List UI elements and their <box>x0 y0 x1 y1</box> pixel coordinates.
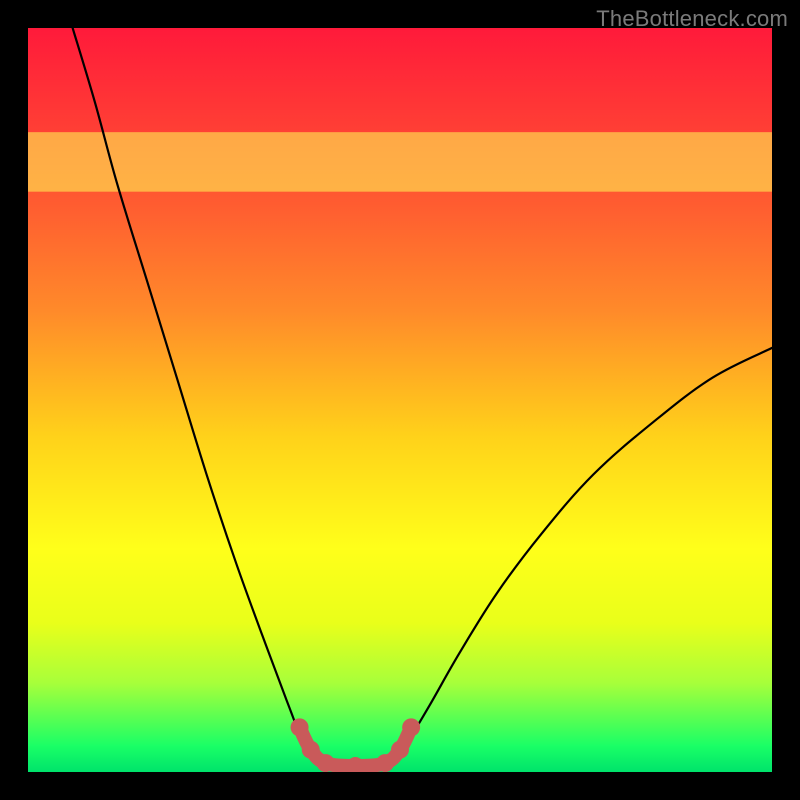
chart-frame: TheBottleneck.com <box>0 0 800 800</box>
bottom-bracket-dot-6 <box>402 718 420 736</box>
plot-area <box>28 28 772 772</box>
bottom-bracket-dot-4 <box>376 754 394 772</box>
bottom-bracket-dot-0 <box>291 718 309 736</box>
watermark-label: TheBottleneck.com <box>596 6 788 32</box>
bottleneck-chart <box>28 28 772 772</box>
bottom-bracket-dot-1 <box>302 741 320 759</box>
bottom-bracket-dot-5 <box>391 741 409 759</box>
bottom-bracket-dot-2 <box>317 754 335 772</box>
